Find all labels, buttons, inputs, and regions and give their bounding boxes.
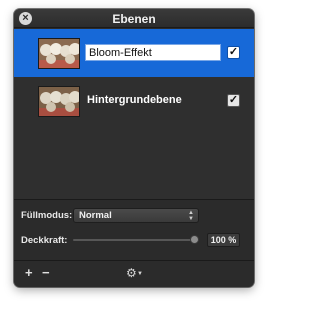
panel-title: Ebenen [112,12,156,26]
layer-controls: Füllmodus: Normal ▲ ▼ Deckkraft: 100 % [14,199,254,259]
blend-mode-label: Füllmodus: [21,210,73,221]
layer-name: Hintergrundebene [87,94,182,106]
add-layer-button[interactable]: + [25,266,33,280]
blend-mode-select[interactable]: Normal ▲ ▼ [73,208,199,223]
chevron-down-icon[interactable]: ▼ [137,271,143,277]
layer-name-input[interactable] [85,44,221,61]
panel-titlebar: × Ebenen [14,9,254,28]
blend-mode-value: Normal [79,210,112,221]
layer-visibility-checkbox[interactable]: ✓ [227,46,240,59]
opacity-label: Deckkraft: [21,235,68,246]
layer-row-bloom-effekt[interactable]: ✓ [14,29,254,77]
opacity-slider-track[interactable] [73,239,199,241]
gear-icon[interactable]: ⚙ [126,266,137,280]
opacity-value-field[interactable]: 100 % [207,233,240,247]
layer-visibility-checkbox[interactable]: ✓ [227,94,240,107]
layer-thumbnail [38,86,80,117]
opacity-slider-knob[interactable] [190,235,199,244]
select-arrows-icon: ▲ ▼ [188,209,194,222]
layer-row-hintergrundebene[interactable]: Hintergrundebene ✓ [14,77,254,125]
layers-panel: × Ebenen ✓ [14,9,254,287]
panel-footer: + − ⚙ ▼ [14,260,254,287]
layer-list: ✓ Hintergrundebene ✓ [14,29,254,199]
remove-layer-button[interactable]: − [42,266,50,280]
layer-thumbnail [38,38,80,69]
